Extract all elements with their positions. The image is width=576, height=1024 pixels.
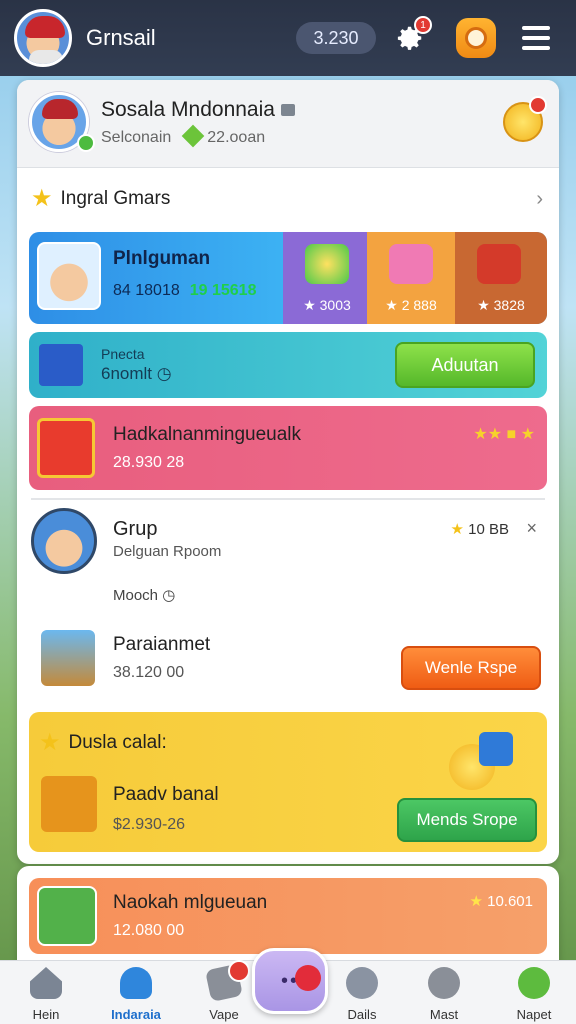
adventure-line1: Pnecta bbox=[101, 346, 145, 362]
hero-avatar bbox=[37, 242, 101, 310]
person-icon bbox=[120, 967, 152, 999]
nav-label: Mast bbox=[429, 1007, 459, 1022]
yellow-button[interactable]: Mends Srope bbox=[397, 798, 537, 842]
group-mode: Mooch bbox=[113, 587, 159, 604]
nav-index[interactable]: Indaraia bbox=[96, 967, 176, 1023]
pink-sub: 28.930 28 bbox=[113, 454, 185, 471]
bottom-title: Naokah mlgueuan bbox=[113, 892, 268, 913]
param-button[interactable]: Wenle Rspe bbox=[401, 646, 541, 690]
lock-icon bbox=[280, 104, 295, 117]
promo-row[interactable]: Plnlguman 84 18018 19 15618 ★ 3003 ★ 2 88… bbox=[29, 232, 547, 324]
tile-value: 2 888 bbox=[401, 297, 437, 313]
tools-icon bbox=[428, 967, 460, 999]
star-icon: ★ bbox=[450, 521, 464, 538]
yellow-header: Dusla calal: bbox=[68, 731, 167, 753]
app-brand: Grnsail bbox=[86, 25, 156, 50]
nav-dails[interactable]: Dails bbox=[322, 967, 402, 1023]
bottom-row[interactable]: Naokah mlgueuan 12.080 00 ★ 10.601 bbox=[29, 878, 547, 954]
reward-tile-1[interactable]: ★ 3003 bbox=[283, 232, 371, 324]
nav-label: Dails bbox=[347, 1007, 377, 1022]
globe-icon bbox=[518, 967, 550, 999]
tile-value: 3003 bbox=[319, 297, 351, 313]
nav-label: Napet bbox=[516, 1007, 552, 1022]
adventure-row: Pnecta 6nomlt ◷ Aduutan bbox=[29, 332, 547, 398]
profile-subtitle: Selconain bbox=[101, 129, 172, 146]
character-icon bbox=[37, 886, 97, 946]
coin-counter[interactable]: 3.230 bbox=[296, 22, 376, 54]
close-icon[interactable]: × bbox=[526, 518, 537, 539]
group-subtitle: Delguan Rpoom bbox=[113, 543, 222, 560]
main-card: Sosala Mndonnaia Selconain 22.ooan ★ Ingr… bbox=[17, 80, 559, 864]
adventure-button[interactable]: Aduutan bbox=[395, 342, 535, 388]
home-icon bbox=[30, 967, 62, 999]
shop-icon bbox=[465, 27, 487, 49]
promo-sub-left: 84 18018 bbox=[113, 282, 180, 299]
nav-napet[interactable]: Napet bbox=[494, 967, 574, 1023]
nav-label: Hein bbox=[32, 1007, 60, 1022]
star-icon: ★ bbox=[39, 729, 61, 756]
top-bar: Grnsail 3.230 1 bbox=[0, 0, 576, 76]
nav-home[interactable]: Hein bbox=[6, 967, 86, 1023]
profile-name: Sosala Mndonnaia bbox=[101, 98, 275, 121]
menu-button[interactable] bbox=[520, 22, 552, 54]
star-icon: ★ bbox=[31, 185, 53, 212]
play-icon bbox=[295, 965, 321, 991]
adventure-line2: 6nomlt bbox=[101, 364, 153, 383]
param-title: Paraianmet bbox=[113, 634, 211, 655]
nav-mast[interactable]: Mast bbox=[404, 967, 484, 1023]
user-avatar[interactable] bbox=[14, 9, 72, 67]
clock-icon: ◷ bbox=[156, 364, 172, 383]
reward-tile-2[interactable]: ★ 2 888 bbox=[367, 232, 455, 324]
treasure-chest-icon bbox=[41, 630, 95, 686]
bottom-meta: 10.601 bbox=[487, 893, 533, 910]
star-icon: ★ bbox=[469, 893, 483, 910]
promo-sub-right: 19 15618 bbox=[189, 282, 257, 299]
reward-badge bbox=[529, 96, 547, 114]
yellow-title: Paadv banal bbox=[113, 784, 219, 805]
gift-box-icon bbox=[37, 418, 95, 478]
settings-button[interactable]: 1 bbox=[394, 16, 432, 54]
yellow-block: ★ Dusla calal: Paadv banal $2.930-26 Men… bbox=[29, 712, 547, 852]
yellow-sub: $2.930-26 bbox=[113, 816, 186, 833]
section-title: Ingral Gmars bbox=[60, 187, 171, 209]
center-action-button[interactable]: •• bbox=[252, 948, 328, 1014]
pink-row[interactable]: Hadkalnanmingueualk 28.930 28 ★★ ■ ★ bbox=[29, 406, 547, 490]
machine-icon bbox=[389, 244, 433, 284]
divider bbox=[31, 498, 545, 500]
gift-icon bbox=[477, 244, 521, 284]
chevron-right-icon[interactable]: › bbox=[536, 188, 543, 211]
group-title: Grup bbox=[113, 518, 158, 540]
profile-header: Sosala Mndonnaia Selconain 22.ooan bbox=[17, 80, 559, 168]
group-avatar bbox=[31, 508, 97, 574]
hamburger-icon bbox=[522, 26, 550, 30]
cube-icon bbox=[39, 344, 83, 386]
reward-tile-3[interactable]: ★ 3828 bbox=[455, 232, 547, 324]
gem-icon bbox=[181, 124, 205, 148]
promo-title: Plnlguman bbox=[113, 248, 211, 269]
param-sub: 38.120 00 bbox=[113, 664, 185, 681]
settings-badge: 1 bbox=[414, 16, 432, 34]
pink-title: Hadkalnanmingueualk bbox=[113, 424, 302, 445]
group-meta: 10 BB bbox=[468, 521, 509, 538]
dial-icon bbox=[346, 967, 378, 999]
nav-label: Vape bbox=[209, 1007, 239, 1022]
nav-label: Indaraia bbox=[111, 1007, 161, 1022]
coins-icon bbox=[439, 724, 527, 794]
gem-count: 22.ooan bbox=[207, 129, 266, 146]
coin-bag-icon bbox=[305, 244, 349, 284]
nav-badge bbox=[228, 960, 250, 982]
crate-icon bbox=[41, 776, 97, 832]
tile-value: 3828 bbox=[493, 297, 525, 313]
stars-icon: ★★ ■ ★ bbox=[473, 426, 535, 443]
clock-icon: ◷ bbox=[162, 587, 176, 604]
bottom-sub: 12.080 00 bbox=[113, 922, 185, 939]
shop-button[interactable] bbox=[456, 18, 496, 58]
verified-icon bbox=[77, 134, 95, 152]
